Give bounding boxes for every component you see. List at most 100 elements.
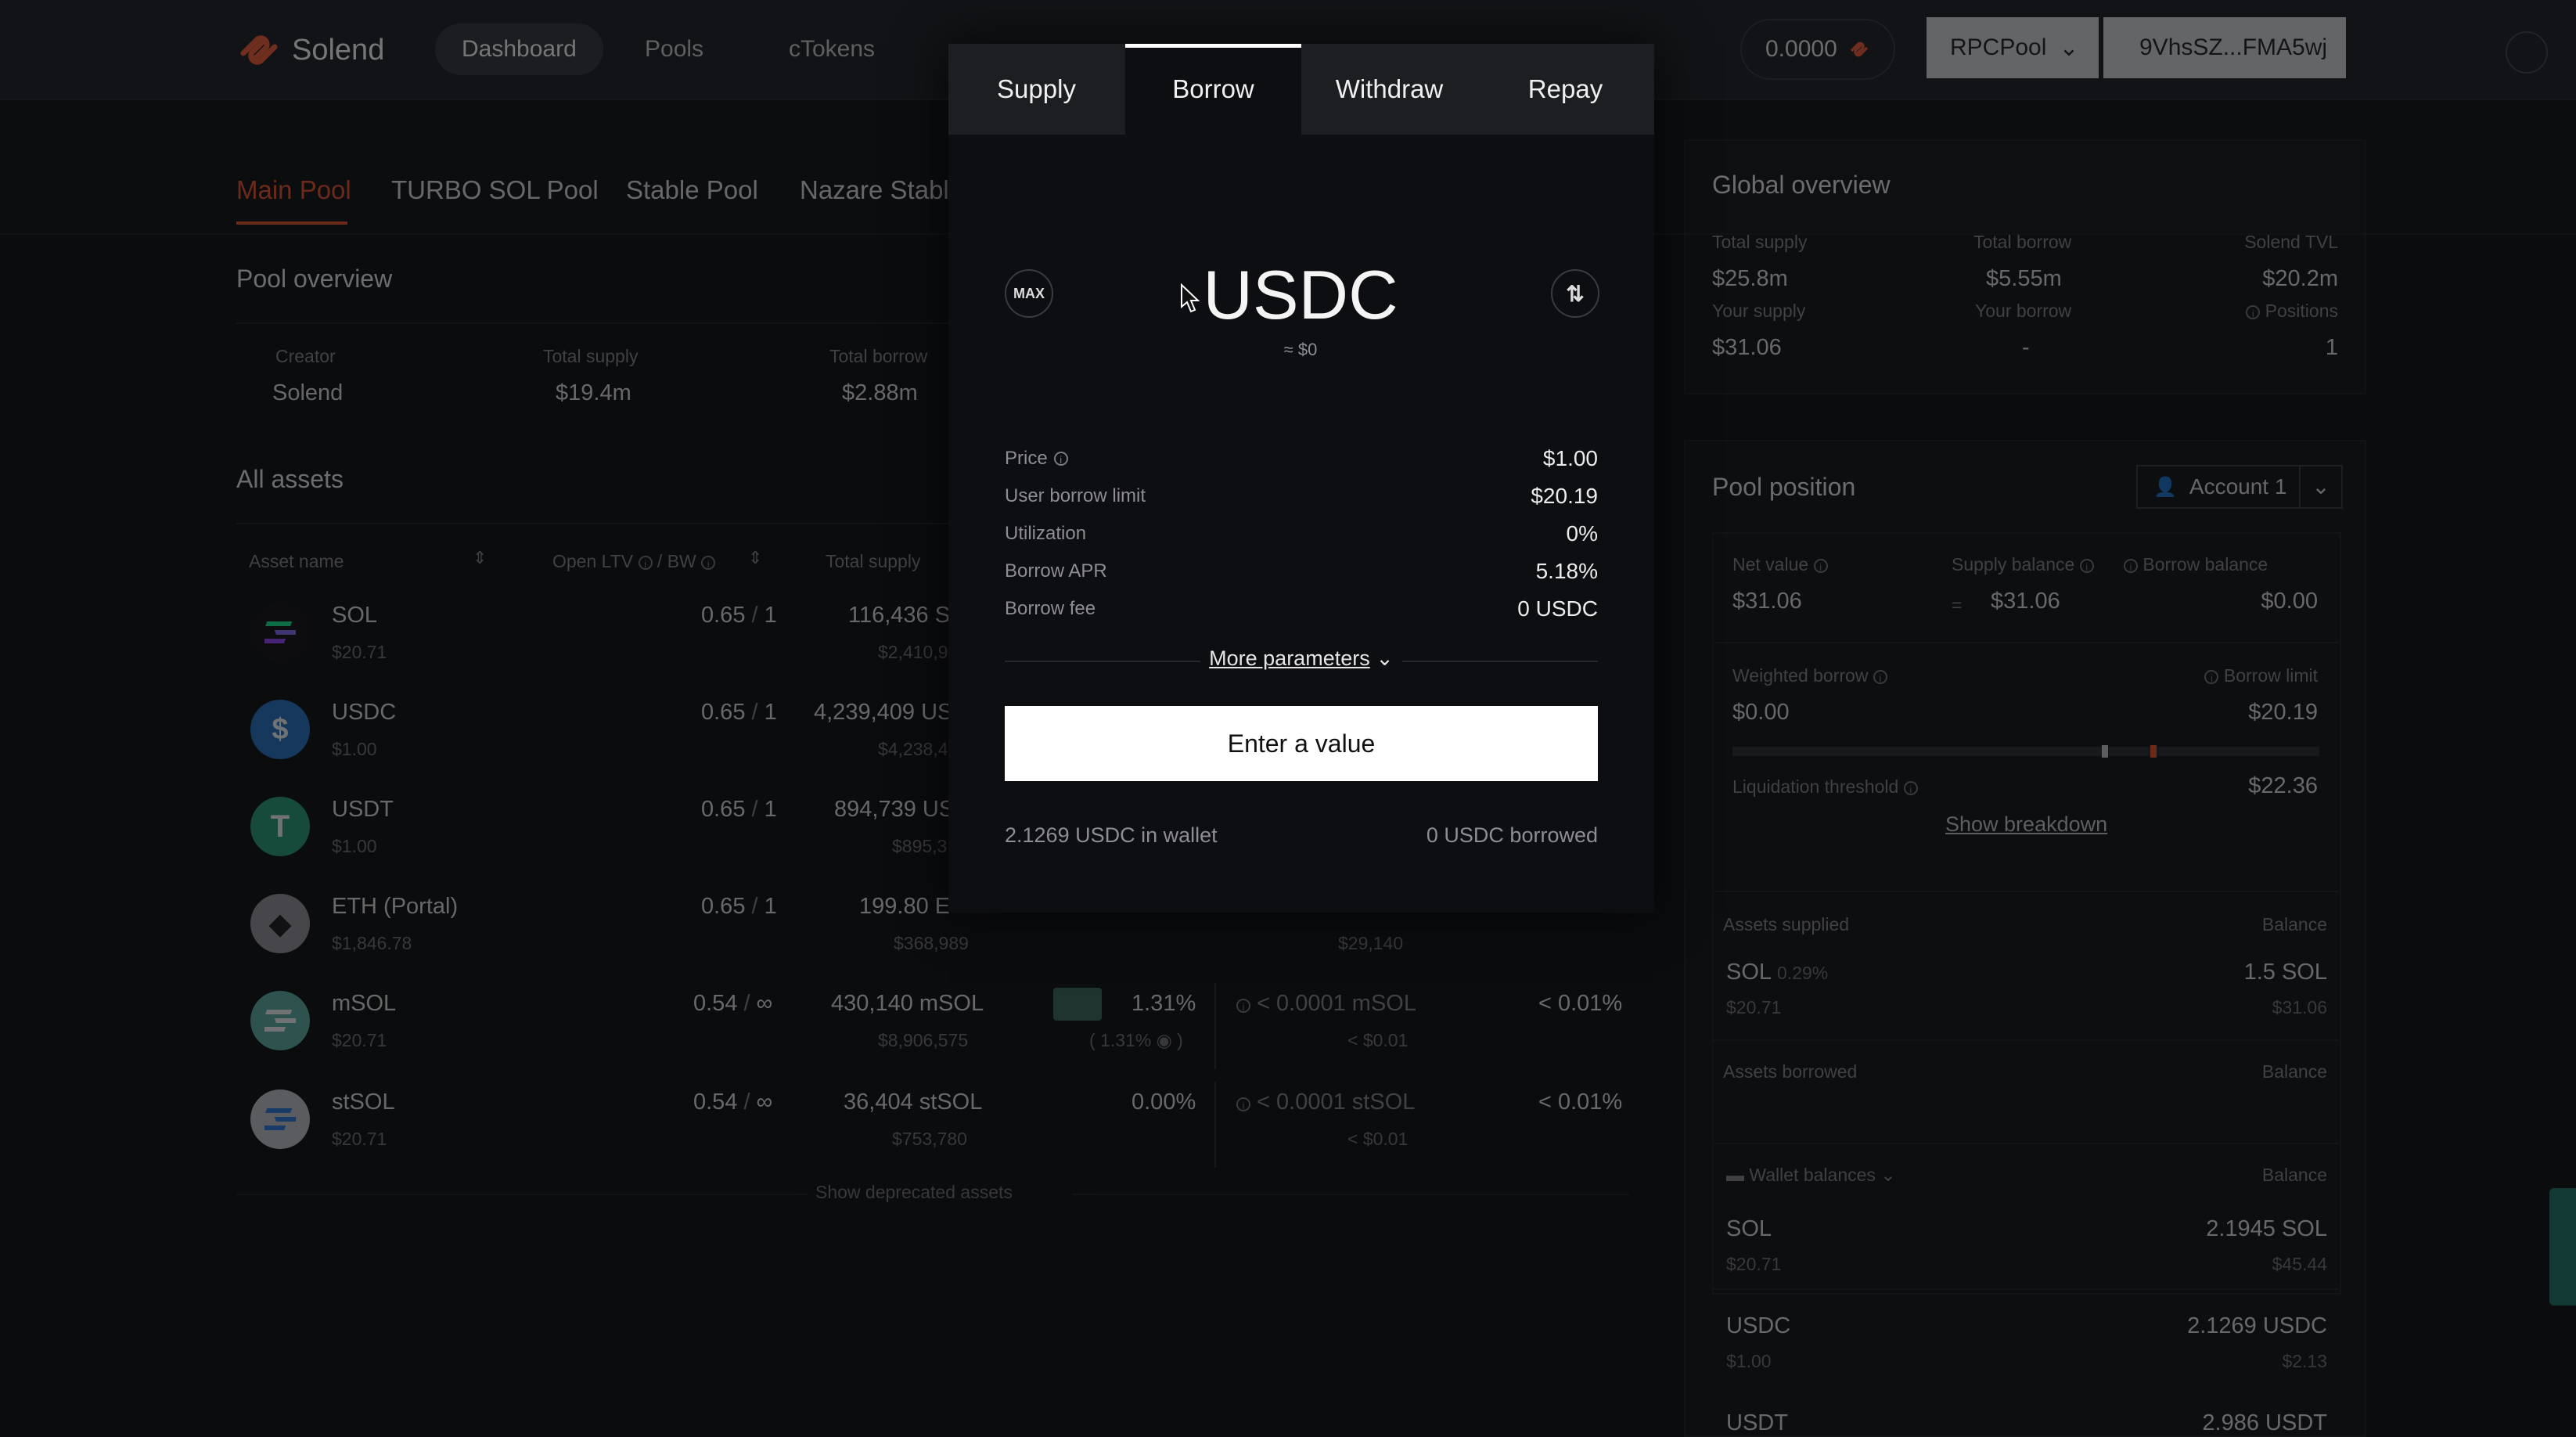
supplied-price: $20.71 — [1726, 997, 1782, 1017]
swap-direction-icon[interactable]: ⇅ — [1551, 269, 1599, 318]
active-tab-indicator — [236, 221, 347, 225]
wallet-usd: $45.44 — [2272, 1254, 2327, 1274]
asset-bw-value: ∞ — [756, 1089, 773, 1115]
wallet-button[interactable]: 9VhsSZ...FMA5wj — [2103, 17, 2346, 78]
support-tab[interactable] — [2549, 1188, 2576, 1306]
col-total-supply[interactable]: Total supply — [826, 551, 920, 572]
wallet-amount: 2.1945 SOL — [2206, 1216, 2327, 1241]
wallet-asset-price: $1.00 — [1726, 1351, 1772, 1371]
borrow-limit: $20.19 — [2248, 700, 2318, 725]
info-icon: i — [1873, 670, 1887, 684]
borrow-balance: $0.00 — [2261, 589, 2318, 614]
supplied-asset: SOL 0.29% — [1726, 960, 1828, 985]
asset-price: $20.71 — [332, 1129, 387, 1149]
asset-ltv-value: 0.65 — [701, 797, 746, 822]
max-button[interactable]: MAX — [1005, 269, 1053, 318]
col-asset-name[interactable]: Asset name — [249, 551, 344, 572]
sort-icon[interactable]: ⇕ — [748, 548, 762, 568]
chevron-down-icon: ⌄ — [2059, 34, 2079, 61]
wallet-balances-toggle[interactable]: ▬ Wallet balances ⌄ — [1726, 1165, 1896, 1186]
asset-price: $1,846.78 — [332, 933, 412, 953]
global-total-borrow-label: Total borrow — [1973, 232, 2072, 252]
pool-position-card: Pool position 👤 Account 1 ⌄ Net value i … — [1684, 440, 2366, 1437]
param-user-borrow-limit: User borrow limit $20.19 — [1005, 484, 1598, 509]
tab-supply[interactable]: Supply — [948, 44, 1124, 135]
usd-equivalent: ≈ $0 — [1283, 340, 1318, 359]
borrowed-amount-text: 0 USDC borrowed — [1426, 823, 1598, 847]
asset-ltv-value: 0.65 — [701, 603, 746, 628]
more-parameters-label: More parameters — [1209, 646, 1370, 670]
tab-stable-pool[interactable]: Stable Pool — [626, 175, 758, 205]
wallet-asset: USDC — [1726, 1313, 1791, 1338]
rpc-label: RPCPool — [1950, 34, 2047, 60]
nav-pools[interactable]: Pools — [618, 23, 730, 75]
stsol-icon — [250, 1089, 310, 1149]
asset-ltv-value: 0.65 — [701, 894, 746, 919]
settings-icon[interactable] — [2506, 31, 2548, 74]
chevron-down-icon: ⌄ — [1376, 646, 1394, 670]
asset-supply-usd: $2,410,9 — [878, 642, 948, 662]
global-total-supply-label: Total supply — [1712, 232, 1808, 252]
rpc-select[interactable]: RPCPool ⌄ — [1927, 17, 2099, 78]
solend-logo[interactable]: Solend — [237, 30, 384, 70]
supply-balance: $31.06 — [1991, 589, 2060, 614]
account-select[interactable]: 👤 Account 1 ⌄ — [2136, 465, 2343, 509]
wallet-asset: USDT — [1726, 1410, 1788, 1435]
global-overview-card: Global overview Total supply $25.8m Tota… — [1684, 139, 2366, 394]
usdc-icon: $ — [250, 700, 310, 759]
liquidation-threshold-label-text: Liquidation threshold — [1732, 776, 1899, 797]
pool-position-title: Pool position — [1712, 473, 1856, 501]
info-icon: i — [1236, 999, 1250, 1013]
asset-name: USDT — [332, 797, 394, 822]
asset-utilization: < 0.01% — [1538, 991, 1623, 1016]
nav-dashboard[interactable]: Dashboard — [435, 23, 603, 75]
asset-price: $20.71 — [332, 1030, 387, 1050]
asset-ltv: 0.65 / 1 — [701, 603, 777, 628]
asset-supply-apy: 1.31% — [1131, 991, 1196, 1016]
more-parameters-toggle[interactable]: More parameters ⌄ — [1207, 646, 1396, 671]
asset-supply: 430,140 mSOL — [831, 991, 984, 1016]
tab-main-pool[interactable]: Main Pool — [236, 175, 351, 205]
tab-nazare-stable[interactable]: Nazare Stable — [800, 175, 963, 205]
solend-logo-icon — [240, 35, 278, 65]
tab-turbo-sol-pool[interactable]: TURBO SOL Pool — [391, 175, 599, 205]
liquidation-threshold: $22.36 — [2248, 773, 2318, 798]
wallet-icon: ▬ — [1726, 1165, 1744, 1185]
assets-borrowed-label: Assets borrowed — [1723, 1061, 1858, 1082]
param-utilization: Utilization 0% — [1005, 521, 1598, 546]
asset-supply-apy: 0.00% — [1131, 1089, 1196, 1115]
global-overview-title: Global overview — [1712, 171, 1891, 199]
amount-input[interactable]: USDC — [1160, 255, 1441, 335]
info-icon: i — [1813, 559, 1828, 573]
asset-supply-usd: $895,3 — [892, 836, 948, 856]
user-icon: 👤 — [2153, 476, 2177, 498]
weighted-borrow: $0.00 — [1732, 700, 1790, 725]
asset-name: USDC — [332, 700, 397, 725]
asset-supply-usd: $8,906,575 — [878, 1030, 969, 1050]
show-deprecated-assets[interactable]: Show deprecated assets — [815, 1182, 1013, 1203]
show-breakdown-link[interactable]: Show breakdown — [1945, 812, 2107, 837]
borrow-modal: Supply Borrow Withdraw Repay MAX USDC ≈ … — [948, 44, 1654, 913]
reward-badge-icon[interactable] — [1053, 988, 1102, 1021]
liquidation-marker — [2150, 745, 2157, 758]
tab-withdraw[interactable]: Withdraw — [1301, 44, 1477, 135]
param-label-text: Price — [1005, 448, 1048, 469]
global-total-borrow: $5.55m — [1986, 266, 2062, 291]
col-bw-label: BW — [667, 551, 696, 571]
tab-repay[interactable]: Repay — [1477, 44, 1653, 135]
your-supply-label: Your supply — [1712, 301, 1806, 321]
global-total-supply: $25.8m — [1712, 266, 1788, 291]
borrow-limit-bar — [1732, 747, 2319, 756]
col-open-ltv[interactable]: Open LTV i / BW i — [552, 551, 716, 572]
sort-icon[interactable]: ⇕ — [473, 548, 487, 568]
asset-price: $20.71 — [332, 642, 387, 662]
info-icon: i — [2079, 559, 2094, 573]
info-icon: i — [638, 556, 653, 570]
assets-supplied-label: Assets supplied — [1723, 914, 1850, 935]
info-icon: i — [2124, 559, 2138, 573]
tab-borrow[interactable]: Borrow — [1125, 44, 1301, 135]
submit-button[interactable]: Enter a value — [1005, 706, 1598, 781]
param-value: 0% — [1566, 521, 1598, 546]
slnd-balance[interactable]: 0.0000 — [1740, 19, 1895, 80]
nav-ctokens[interactable]: cTokens — [762, 23, 901, 75]
